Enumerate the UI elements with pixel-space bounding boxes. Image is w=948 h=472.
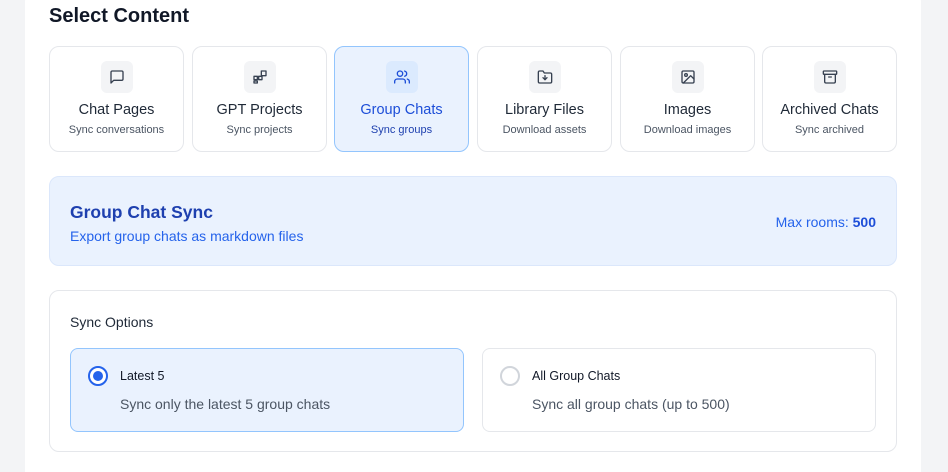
card-label: GPT Projects [216, 102, 303, 118]
card-gpt-projects[interactable]: GPT Projects Sync projects [192, 46, 327, 152]
sync-options-panel: Sync Options Latest 5 Sync only the late… [49, 290, 897, 452]
card-label: Group Chats [360, 102, 443, 118]
section-title: Select Content [49, 5, 190, 27]
radio-button[interactable] [500, 366, 520, 386]
card-images[interactable]: Images Download images [620, 46, 755, 152]
folder-download-icon [537, 70, 552, 84]
card-subtitle: Sync archived [794, 124, 865, 136]
card-label: Library Files [505, 102, 584, 118]
message-square-icon [109, 70, 124, 84]
card-subtitle: Download images [643, 124, 732, 136]
card-chat-pages[interactable]: Chat Pages Sync conversations [49, 46, 184, 152]
image-icon [680, 70, 695, 84]
max-rooms-value: 500 [852, 214, 876, 230]
option-description: Sync all group chats (up to 500) [532, 396, 730, 412]
card-subtitle: Download assets [502, 124, 587, 136]
card-subtitle: Sync groups [370, 124, 433, 136]
option-latest-5[interactable]: Latest 5 Sync only the latest 5 group ch… [70, 348, 464, 432]
max-rooms: Max rooms: 500 [776, 214, 876, 230]
card-label: Chat Pages [78, 102, 155, 118]
grid-blocks-icon [252, 70, 267, 84]
users-icon [393, 70, 410, 84]
card-subtitle: Sync conversations [68, 124, 165, 136]
max-rooms-label: Max rooms: [775, 214, 849, 230]
option-all-group-chats[interactable]: All Group Chats Sync all group chats (up… [482, 348, 876, 432]
group-chat-sync-banner: Group Chat Sync Export group chats as ma… [49, 176, 897, 266]
banner-description: Export group chats as markdown files [70, 228, 304, 244]
card-group-chats[interactable]: Group Chats Sync groups [334, 46, 469, 152]
card-label: Archived Chats [780, 102, 879, 118]
card-library-files[interactable]: Library Files Download assets [477, 46, 612, 152]
option-label: Latest 5 [120, 369, 165, 383]
card-subtitle: Sync projects [226, 124, 293, 136]
banner-title: Group Chat Sync [70, 202, 213, 222]
sync-options-heading: Sync Options [70, 314, 154, 330]
card-archived-chats[interactable]: Archived Chats Sync archived [762, 46, 897, 152]
radio-button[interactable] [88, 366, 108, 386]
archive-icon [822, 70, 837, 84]
option-label: All Group Chats [532, 369, 621, 383]
card-label: Images [663, 102, 712, 118]
option-description: Sync only the latest 5 group chats [120, 396, 331, 412]
content-type-cards: Chat Pages Sync conversations GPT Projec… [49, 46, 897, 152]
